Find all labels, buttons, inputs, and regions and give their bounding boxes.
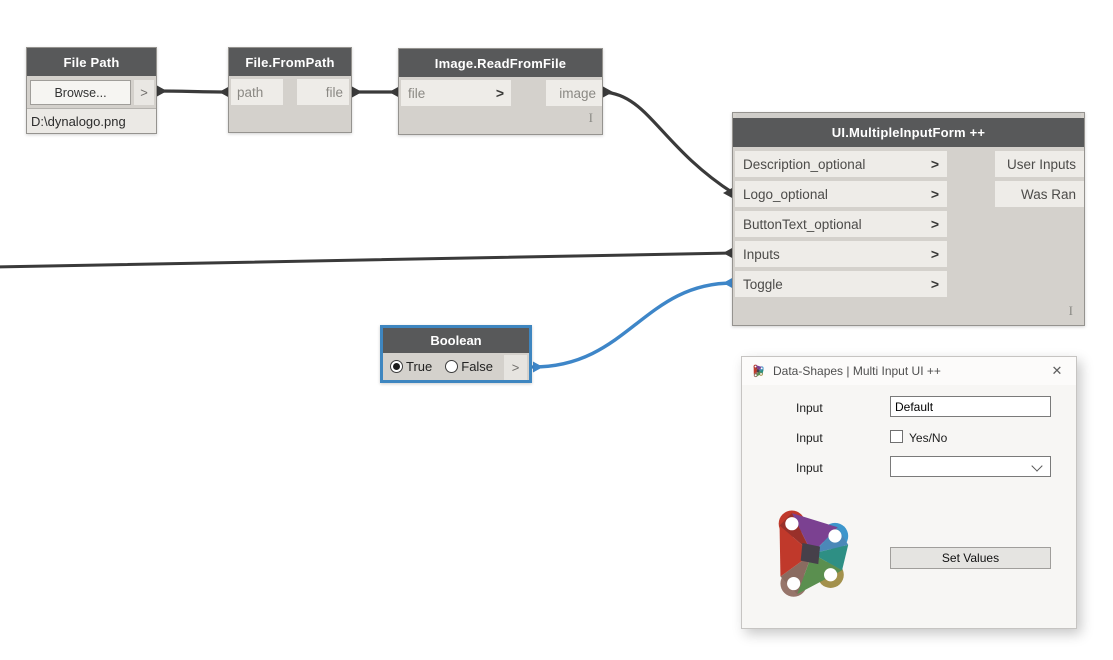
input-port-buttontext-optional[interactable]: ButtonText_optional > xyxy=(735,211,947,237)
output-connector-nub xyxy=(603,87,613,98)
node-title[interactable]: File.FromPath xyxy=(229,48,351,76)
output-connector-nub xyxy=(157,86,167,97)
radio-selected-dot xyxy=(393,363,400,370)
data-shapes-logo xyxy=(769,506,857,603)
radio-false[interactable]: False xyxy=(445,359,493,374)
output-port-was-ran[interactable]: Was Ran xyxy=(995,181,1084,207)
node-image-readfromfile[interactable]: Image.ReadFromFile file > image I xyxy=(398,48,603,135)
node-title[interactable]: Boolean xyxy=(383,328,529,353)
wire-image-to-logo-optional[interactable] xyxy=(603,92,733,193)
radio-false-circle-icon xyxy=(445,360,458,373)
lacing-indicator[interactable]: I xyxy=(1069,303,1073,319)
node-title[interactable]: UI.MultipleInputForm ++ xyxy=(733,118,1084,147)
dialog-title: Data-Shapes | Multi Input UI ++ xyxy=(773,364,941,378)
radio-false-label: False xyxy=(461,359,493,374)
radio-true-label: True xyxy=(406,359,432,374)
port-label: Logo_optional xyxy=(743,187,828,202)
node-title[interactable]: File Path xyxy=(27,48,156,76)
port-chevron-icon: > xyxy=(496,85,504,101)
node-boolean[interactable]: Boolean True False > xyxy=(380,325,532,383)
yesno-checkbox[interactable] xyxy=(890,430,903,443)
port-label: Inputs xyxy=(743,247,780,262)
port-label: Toggle xyxy=(743,277,783,292)
set-values-button[interactable]: Set Values xyxy=(890,547,1051,569)
wire-boolean-to-toggle[interactable] xyxy=(533,283,733,367)
port-chevron-icon: > xyxy=(931,276,939,292)
input-label-1: Input xyxy=(796,401,823,415)
dropdown-select[interactable] xyxy=(890,456,1051,477)
wire-filepath-to-frompath[interactable] xyxy=(157,91,229,92)
file-path-value[interactable]: D:\dynalogo.png xyxy=(27,108,156,133)
port-label: ButtonText_optional xyxy=(743,217,862,232)
radio-true-circle-icon xyxy=(390,360,403,373)
port-label: Description_optional xyxy=(743,157,865,172)
output-port[interactable]: > xyxy=(134,80,154,105)
chevron-down-icon xyxy=(1031,460,1042,471)
wire-offscreen-to-inputs[interactable] xyxy=(0,253,733,267)
input-port-description-optional[interactable]: Description_optional > xyxy=(735,151,947,177)
dialog-titlebar[interactable]: Data-Shapes | Multi Input UI ++ ✕ xyxy=(742,357,1076,385)
input-label-3: Input xyxy=(796,461,823,475)
node-file-path[interactable]: File Path Browse... > D:\dynalogo.png xyxy=(26,47,157,134)
text-input-default[interactable] xyxy=(890,396,1051,417)
node-file-frompath[interactable]: File.FromPath path file xyxy=(228,47,352,133)
port-chevron-icon: > xyxy=(931,246,939,262)
input-label-2: Input xyxy=(796,431,823,445)
close-icon[interactable]: ✕ xyxy=(1046,360,1068,382)
output-port-file[interactable]: file xyxy=(297,79,349,105)
input-port-toggle[interactable]: Toggle > xyxy=(735,271,947,297)
port-chevron-icon: > xyxy=(931,156,939,172)
node-title[interactable]: Image.ReadFromFile xyxy=(399,49,602,77)
output-connector-nub xyxy=(533,362,543,373)
radio-true[interactable]: True xyxy=(390,359,432,374)
yesno-checkbox-label: Yes/No xyxy=(909,431,947,445)
lacing-indicator[interactable]: I xyxy=(589,110,593,126)
port-chevron-icon: > xyxy=(931,186,939,202)
output-port-image[interactable]: image xyxy=(546,80,602,106)
data-shapes-logo-icon xyxy=(752,364,765,378)
input-port-path[interactable]: path xyxy=(231,79,283,105)
input-port-inputs[interactable]: Inputs > xyxy=(735,241,947,267)
output-port-user-inputs[interactable]: User Inputs xyxy=(995,151,1084,177)
browse-button[interactable]: Browse... xyxy=(30,80,131,105)
port-label: file xyxy=(408,86,425,101)
node-multipleinputform[interactable]: UI.MultipleInputForm ++ Description_opti… xyxy=(732,112,1085,326)
input-port-logo-optional[interactable]: Logo_optional > xyxy=(735,181,947,207)
port-chevron-icon: > xyxy=(931,216,939,232)
multi-input-dialog: Data-Shapes | Multi Input UI ++ ✕ Input … xyxy=(741,356,1077,629)
output-connector-nub xyxy=(352,87,362,98)
input-port-file[interactable]: file > xyxy=(401,80,511,106)
output-port[interactable]: > xyxy=(504,355,527,380)
